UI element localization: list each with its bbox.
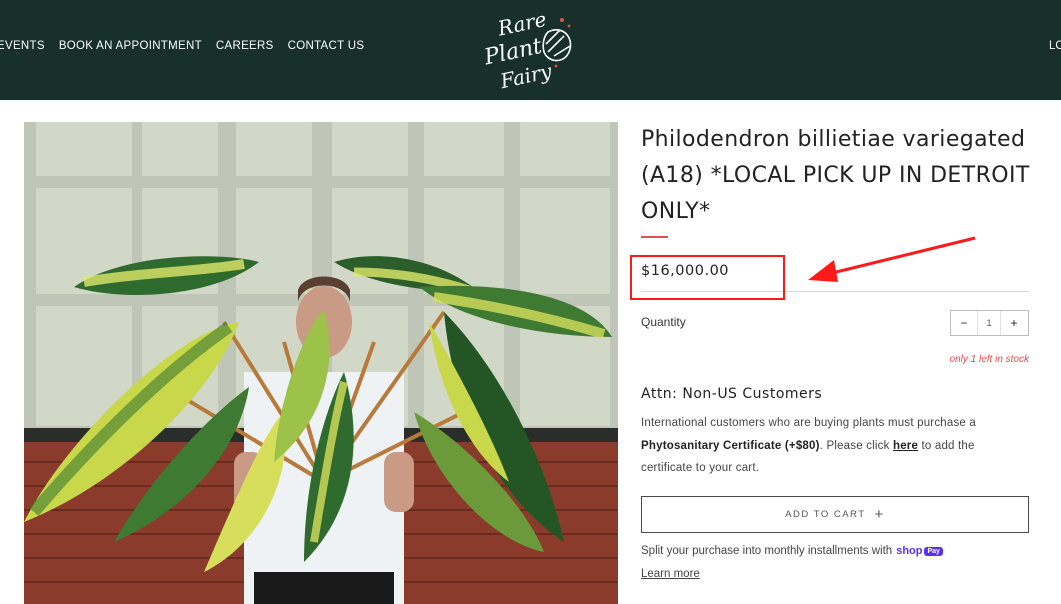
logo-line-1: Rare: [495, 7, 549, 41]
add-to-cart-label: ADD TO CART: [785, 509, 866, 520]
quantity-label: Quantity: [641, 315, 686, 329]
nav-contact-us[interactable]: CONTACT US: [288, 40, 365, 52]
annotation-arrow-icon: [808, 236, 976, 282]
certificate-here-link[interactable]: here: [893, 440, 918, 452]
learn-more-link[interactable]: Learn more: [641, 568, 700, 580]
monstera-leaf-icon: [542, 29, 572, 62]
installments-message: Split your purchase into monthly install…: [641, 545, 943, 557]
nav-book-appointment[interactable]: BOOK AN APPOINTMENT: [59, 40, 202, 52]
stock-status: only 1 left in stock: [949, 354, 1029, 365]
site-header: EVENTS BOOK AN APPOINTMENT CAREERS CONTA…: [0, 0, 1061, 100]
shop-pay-badge: Pay: [924, 546, 943, 556]
non-us-heading: Attn: Non-US Customers: [641, 386, 823, 402]
notice-text-2: . Please click: [819, 439, 893, 452]
nav-login[interactable]: LO: [1049, 40, 1061, 52]
price-highlight-box: [630, 255, 785, 300]
quantity-input[interactable]: 1: [977, 311, 1001, 335]
quantity-decrement-button[interactable]: −: [951, 316, 977, 330]
nav-events[interactable]: EVENTS: [0, 40, 45, 52]
product-photo: [24, 122, 618, 604]
installments-text: Split your purchase into monthly install…: [641, 545, 893, 557]
notice-text-1: International customers who are buying p…: [641, 417, 977, 429]
quantity-increment-button[interactable]: +: [1001, 316, 1027, 330]
shop-pay-logo: shop Pay: [896, 545, 943, 557]
rare-plant-fairy-logo[interactable]: Rare Plant Fairy: [476, 6, 580, 92]
title-accent-rule: [641, 236, 668, 238]
main-nav: EVENTS BOOK AN APPOINTMENT CAREERS CONTA…: [0, 40, 364, 52]
phytosanitary-certificate: Phytosanitary Certificate (+$80): [641, 439, 820, 452]
product-title: Philodendron billietiae variegated (A18)…: [641, 127, 1030, 224]
quantity-stepper: − 1 +: [950, 310, 1029, 336]
shop-pay-brand: shop: [896, 545, 923, 557]
add-to-cart-button[interactable]: ADD TO CART +: [641, 496, 1029, 533]
plus-icon: +: [874, 506, 885, 523]
nav-careers[interactable]: CAREERS: [216, 40, 274, 52]
international-notice: International customers who are buying p…: [641, 412, 1026, 480]
